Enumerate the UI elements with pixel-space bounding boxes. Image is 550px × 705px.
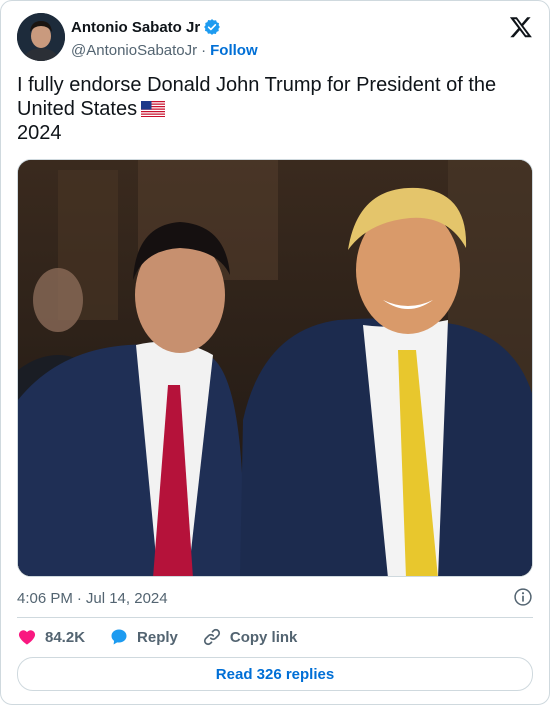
tweet-time[interactable]: 4:06 PM [17, 590, 73, 607]
tweet-photo[interactable] [17, 159, 533, 577]
heart-icon [18, 630, 36, 645]
reply-bubble-icon [111, 629, 127, 645]
action-bar: 84.2K Reply Copy link [17, 624, 321, 650]
tweet-header: Antonio Sabato Jr @AntonioSabatoJr · Fol… [17, 13, 533, 65]
us-flag-icon [141, 101, 166, 117]
tweet-meta: 4:06 PM · Jul 14, 2024 [17, 587, 533, 609]
tweet-date[interactable]: Jul 14, 2024 [86, 590, 168, 607]
author-handle[interactable]: @AntonioSabatoJr [71, 42, 197, 59]
like-count: 84.2K [45, 628, 86, 646]
tweet-line-2-wrap: United States [17, 97, 537, 121]
tweet-card: Antonio Sabato Jr @AntonioSabatoJr · Fol… [0, 0, 550, 705]
avatar[interactable] [17, 13, 65, 61]
verified-badge-icon [204, 19, 221, 35]
copy-link-button[interactable]: Copy link [202, 627, 298, 647]
read-replies-button[interactable]: Read 326 replies [17, 657, 533, 691]
like-button[interactable]: 84.2K [17, 627, 85, 647]
reply-button[interactable]: Reply [109, 627, 178, 647]
reply-label: Reply [137, 628, 178, 646]
tweet-text: I fully endorse Donald John Trump for Pr… [17, 73, 537, 145]
x-logo-icon[interactable] [509, 15, 533, 39]
follow-link[interactable]: Follow [210, 42, 258, 59]
divider [17, 617, 533, 618]
handle-separator: · [201, 41, 207, 59]
meta-separator: · [76, 589, 82, 607]
user-info: Antonio Sabato Jr @AntonioSabatoJr · Fol… [71, 16, 258, 61]
author-name[interactable]: Antonio Sabato Jr [71, 19, 200, 36]
tweet-line-3: 2024 [17, 122, 62, 144]
copy-link-label: Copy link [229, 628, 298, 646]
tweet-line-2: United States [17, 98, 138, 120]
info-icon[interactable] [513, 587, 533, 607]
tweet-line-1: I fully endorse Donald John Trump for Pr… [17, 74, 497, 96]
link-icon [203, 628, 220, 646]
